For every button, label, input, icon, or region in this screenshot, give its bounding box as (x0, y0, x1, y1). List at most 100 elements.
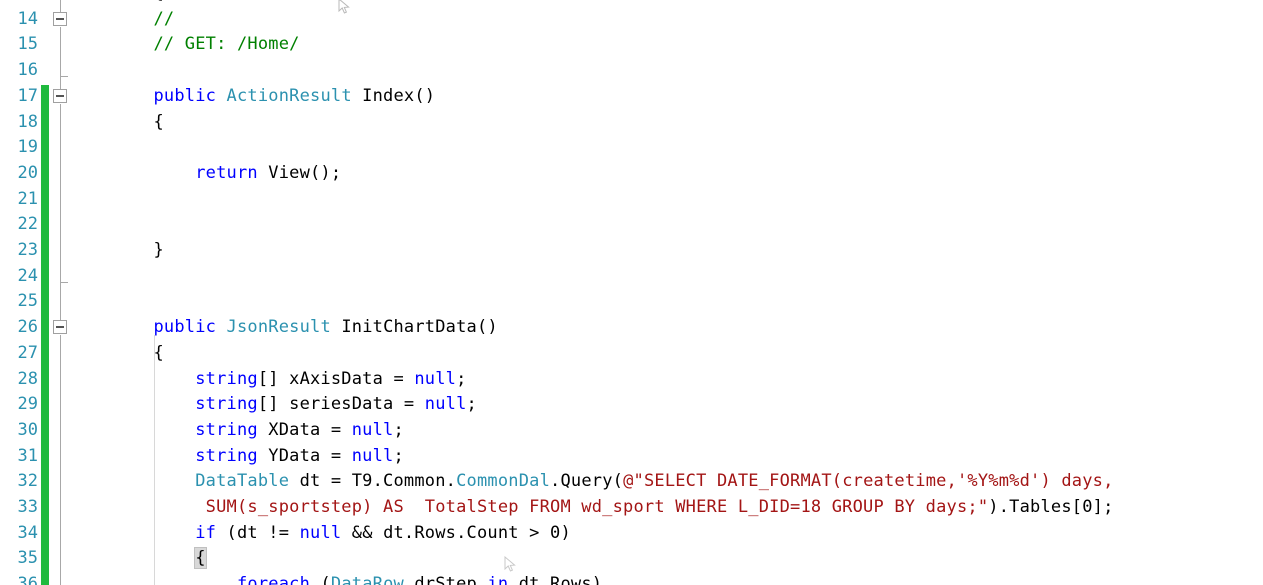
editor-gutter: 1314 15 16 17 18 19 20 21 22 23 24 25 26 27 28 29 30 31 32… (0, 0, 70, 585)
code-line[interactable]: public ActionResult Index() (70, 84, 1263, 110)
line-number: 21 (17, 188, 38, 209)
code-line[interactable] (70, 58, 1263, 84)
code-token: @"SELECT DATE_FORMAT(createtime,'%Y%m%d'… (623, 471, 1114, 492)
code-line[interactable]: // GET: /Home/ (70, 32, 1263, 58)
code-line[interactable] (70, 289, 1263, 315)
line-number: 34 (17, 522, 38, 543)
code-token: && dt.Rows.Count > 0) (341, 522, 571, 543)
code-token: View(); (257, 162, 342, 183)
code-line[interactable] (70, 264, 1263, 290)
code-token: { (153, 111, 164, 132)
code-token: foreach (236, 574, 311, 585)
code-token: DataTable (195, 471, 290, 492)
code-token: ).Tables[0]; (988, 497, 1114, 517)
line-number: 16 (17, 60, 38, 81)
code-token: if (195, 522, 217, 543)
code-text-area[interactable]: { // // GET: /Home/ public ActionResult … (70, 0, 1263, 585)
line-number: 29 (17, 394, 38, 415)
code-line[interactable]: return View(); (70, 161, 1263, 187)
code-line[interactable]: string XData = null; (70, 418, 1263, 444)
line-number: 18 (17, 111, 38, 132)
code-token: Index() (351, 85, 436, 106)
line-number: 28 (17, 368, 38, 389)
code-token: ; (456, 368, 467, 389)
line-number: 24 (17, 265, 38, 286)
code-line[interactable]: string[] seriesData = null; (70, 392, 1263, 418)
code-token: string (195, 368, 258, 389)
code-token: null (424, 394, 467, 415)
line-number: 31 (17, 445, 38, 466)
code-token: ; (393, 445, 404, 466)
line-number: 20 (17, 162, 38, 183)
code-line[interactable] (70, 135, 1263, 161)
code-line[interactable]: { (70, 0, 1263, 7)
line-number: 14 (17, 8, 38, 29)
code-token: dt = T9.Common. (289, 471, 457, 492)
fold-toggle-17[interactable] (53, 88, 67, 103)
fold-guide-line (60, 335, 61, 585)
code-token: (dt != (216, 522, 300, 543)
code-token: InitChartData() (330, 317, 498, 338)
fold-guide-line (60, 103, 61, 322)
code-token: string (195, 394, 258, 415)
code-token: ActionResult (226, 85, 352, 106)
code-token: // GET: /Home/ (153, 34, 300, 55)
code-token: // (153, 8, 175, 29)
code-line[interactable]: DataTable dt = T9.Common.CommonDal.Query… (70, 469, 1263, 495)
code-token: { (153, 342, 164, 363)
code-editor[interactable]: 1314 15 16 17 18 19 20 21 22 23 24 25 26 27 28 29 30 31 32… (0, 0, 1263, 585)
code-line[interactable]: public JsonResult InitChartData() (70, 315, 1263, 341)
code-token: null (414, 368, 457, 389)
code-line[interactable]: foreach (DataRow drStep in dt.Rows) (70, 572, 1263, 585)
change-bar-segment (41, 84, 49, 585)
code-token: XData = (257, 419, 352, 440)
code-line[interactable]: if (dt != null && dt.Rows.Count > 0) (70, 521, 1263, 547)
code-line[interactable]: } (70, 238, 1263, 264)
code-line[interactable]: SUM(s_sportstep) AS TotalStep FROM wd_sp… (70, 495, 1263, 521)
line-number: 32 (17, 471, 38, 492)
code-token: drStep (403, 574, 488, 585)
code-line[interactable] (70, 187, 1263, 213)
line-number: 26 (17, 317, 38, 338)
code-line[interactable]: string[] xAxisData = null; (70, 367, 1263, 393)
code-token: null (351, 419, 394, 440)
code-token: dt.Rows) (508, 574, 603, 585)
code-token: } (153, 240, 164, 260)
code-line[interactable]: { (70, 110, 1263, 136)
fold-guide-line (60, 26, 61, 90)
line-number: 25 (17, 291, 38, 312)
line-number: 30 (17, 419, 38, 440)
line-number: 35 (17, 548, 38, 569)
code-token: [] seriesData = (257, 394, 425, 415)
indent-guide (154, 335, 155, 585)
fold-toggle-26[interactable] (53, 320, 67, 335)
code-line[interactable] (70, 212, 1263, 238)
code-token: string (195, 445, 258, 466)
code-token: CommonDal (456, 471, 551, 492)
code-token: public (153, 85, 217, 106)
fold-toggle-14[interactable] (53, 11, 67, 26)
line-number: 19 (17, 137, 38, 158)
code-line[interactable]: { (70, 546, 1263, 572)
code-token: null (351, 445, 394, 466)
code-token: .Query( (550, 471, 624, 492)
code-line[interactable]: // (70, 7, 1263, 33)
line-number: 33 (17, 497, 38, 517)
code-token: { (194, 547, 207, 570)
code-line[interactable]: string YData = null; (70, 444, 1263, 470)
code-line[interactable]: { (70, 341, 1263, 367)
line-number: 22 (17, 214, 38, 235)
code-token: string (195, 419, 258, 440)
code-token: ; (393, 419, 404, 440)
